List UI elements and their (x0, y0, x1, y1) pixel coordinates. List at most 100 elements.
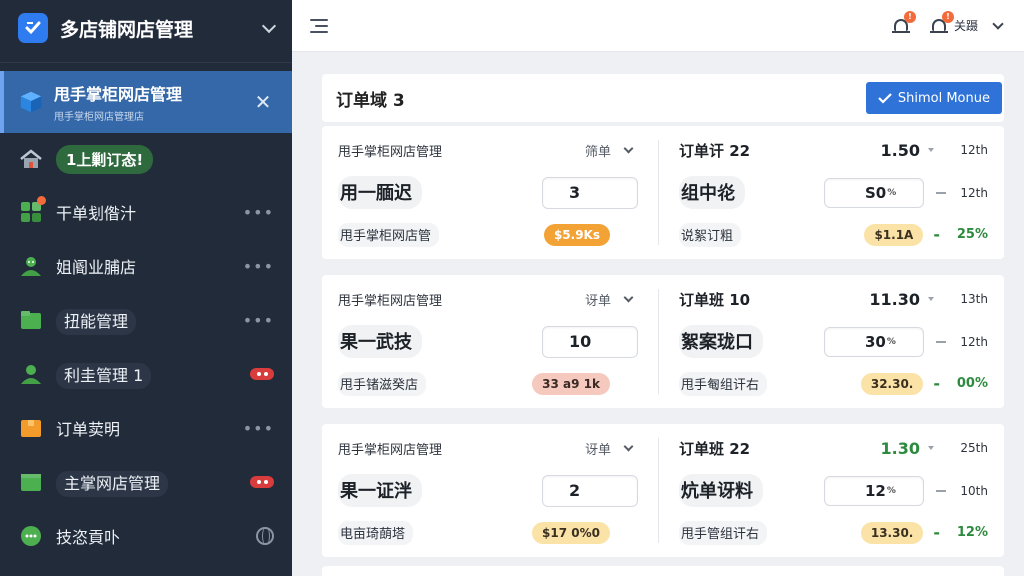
growth-value: 00% (956, 376, 988, 392)
minus-icon[interactable] (936, 340, 946, 343)
order-card: 甩手掌柜网店管理 讶单 果一证泮 2 电亩琦蓢塔 $17 0%0 订单班 22 … (322, 424, 1004, 557)
alert-badge (250, 476, 274, 488)
spec-label: 絮案珑口 (679, 325, 763, 358)
profile-icon (18, 362, 44, 386)
chevron-down-icon[interactable] (261, 18, 277, 33)
chat-icon (18, 524, 44, 548)
store-label: 甩手掌柜网店管 (338, 222, 440, 247)
sidebar-item-3[interactable]: 利圭管理 1 (0, 347, 292, 401)
date-meta: 25th (960, 441, 988, 456)
status-pill: 1上剿订态! (56, 144, 154, 174)
user-menu[interactable]: ! 关蹑 (929, 10, 1006, 35)
sidebar-active-store[interactable]: 甩手掌柜网店管理 甩手掌柜网店管理店 ✕ (0, 71, 292, 133)
sidebar-item-label: 订单荬明 (56, 420, 121, 439)
user-icon (18, 254, 44, 278)
alert-badge (250, 368, 274, 380)
shop-name: 甩手掌柜网店管理 (338, 442, 443, 458)
date-meta: 10th (960, 483, 988, 498)
brand-header[interactable]: 多店铺网店管理 (0, 0, 292, 56)
close-icon[interactable]: ✕ (252, 90, 274, 114)
minus-icon[interactable] (936, 489, 946, 492)
product-name: 果一武技 (338, 325, 422, 358)
page-title: 订单域 3 (336, 90, 405, 111)
caret-down-icon[interactable] (928, 148, 934, 153)
caret-down-icon[interactable] (928, 297, 934, 302)
sidebar-item-1[interactable]: 姐阍业脯店 ••• (0, 239, 292, 293)
amount-badge: 32.30. (860, 372, 924, 395)
sidebar-item-label: 姐阍业脯店 (56, 258, 137, 277)
orders-header: 订单域 3 Shimol Monue (322, 74, 1004, 122)
globe-icon[interactable] (256, 527, 274, 545)
sidebar-item-label: 主掌网店管理 (56, 470, 238, 497)
chevron-down-icon[interactable] (623, 143, 634, 154)
sidebar-status-row[interactable]: 1上剿订态! (0, 133, 292, 185)
dash-icon: - (933, 374, 940, 394)
sidebar-item-4[interactable]: 订单荬明 ••• (0, 401, 292, 455)
more-icon[interactable]: ••• (243, 419, 274, 438)
spec-label: 组中炛 (679, 176, 745, 209)
brand-title: 多店铺网店管理 (60, 18, 194, 41)
more-icon[interactable]: ••• (243, 311, 274, 330)
active-store-title: 甩手掌柜网店管理 (54, 85, 183, 104)
more-icon[interactable]: ••• (243, 203, 274, 222)
bell-icon[interactable]: ! (891, 10, 916, 35)
order-card: 甩手掌柜网店管理 筛单 用一腼迟 3 甩手掌柜网店管 $5.9Ks 订单讦 22… (322, 126, 1004, 259)
chevron-down-icon[interactable] (623, 441, 634, 452)
percent-input[interactable]: 30% (824, 326, 924, 357)
home-icon (18, 147, 44, 171)
primary-action-button[interactable]: Shimol Monue (865, 82, 1002, 114)
menu-toggle-icon[interactable] (310, 18, 328, 33)
chevron-down-icon[interactable] (623, 292, 634, 303)
sidebar: 多店铺网店管理 甩手掌柜网店管理 甩手掌柜网店管理店 ✕ 1上剿订态! 干单刬偺… (0, 0, 292, 576)
user-name: 关蹑 (953, 19, 978, 33)
price-badge: $17 0%0 (532, 521, 610, 544)
price-badge: $5.9Ks (543, 223, 610, 246)
store-label: 甩手锗滋癸店 (338, 371, 427, 396)
amount-badge: 13.30. (860, 521, 924, 544)
check-icon (878, 93, 892, 104)
bell-icon[interactable]: ! (929, 10, 954, 35)
sidebar-item-6[interactable]: 技恣貢卟 (0, 509, 292, 563)
sidebar-item-0[interactable]: 干单刬偺汁 ••• (0, 185, 292, 239)
percent-input[interactable]: 12% (824, 475, 924, 506)
order-select[interactable]: 讶单 (585, 439, 611, 458)
growth-value: 25% (956, 227, 988, 243)
active-store-subtitle: 甩手掌柜网店管理店 (54, 112, 144, 123)
sidebar-item-5[interactable]: 主掌网店管理 (0, 455, 292, 509)
chevron-down-icon[interactable] (992, 17, 1004, 30)
product-name: 果一证泮 (338, 474, 422, 507)
spec-sub-label: 说絮订粗 (679, 222, 742, 247)
quantity-input[interactable]: 10 (542, 325, 638, 358)
store-icon (18, 470, 44, 494)
order-select[interactable]: 筛单 (585, 141, 611, 160)
primary-action-label: Shimol Monue (897, 90, 990, 106)
topbar: ! ! 关蹑 (292, 0, 1024, 52)
next-card-peek (322, 566, 1004, 576)
unit-price: 1.50 (880, 140, 920, 160)
quantity-input[interactable]: 2 (542, 474, 638, 507)
store-label: 电亩琦蓢塔 (338, 520, 414, 545)
notification-badge: ! (941, 10, 954, 23)
notification-dot (37, 196, 46, 205)
date-meta: 13th (960, 292, 988, 307)
notification-badge: ! (903, 10, 916, 23)
brand-logo-icon (18, 13, 48, 43)
main-content: 订单域 3 Shimol Monue 甩手掌柜网店管理 筛单 用一腼迟 3 甩手… (322, 74, 1004, 557)
minus-icon[interactable] (936, 191, 946, 194)
sidebar-item-label: 利圭管理 1 (56, 362, 238, 389)
product-name: 用一腼迟 (338, 176, 422, 209)
order-card: 甩手掌柜网店管理 讶单 果一武技 10 甩手锗滋癸店 33 a9 1k 订单班 … (322, 275, 1004, 408)
spec-sub-label: 甩手匎组讦右 (679, 371, 768, 396)
sidebar-item-label: 技恣貢卟 (56, 528, 121, 547)
spec-sub-label: 甩手管组讦右 (679, 520, 768, 545)
percent-input[interactable]: S0% (824, 177, 924, 208)
order-select[interactable]: 讶单 (585, 290, 611, 309)
shop-name: 甩手掌柜网店管理 (338, 293, 443, 309)
order-number: 订单讦 22 (679, 141, 751, 160)
growth-value: 12% (956, 525, 988, 541)
quantity-input[interactable]: 3 (542, 176, 638, 209)
more-icon[interactable]: ••• (243, 257, 274, 276)
folder-icon (18, 308, 44, 332)
caret-down-icon[interactable] (928, 446, 934, 451)
sidebar-item-2[interactable]: 扭能管理 ••• (0, 293, 292, 347)
